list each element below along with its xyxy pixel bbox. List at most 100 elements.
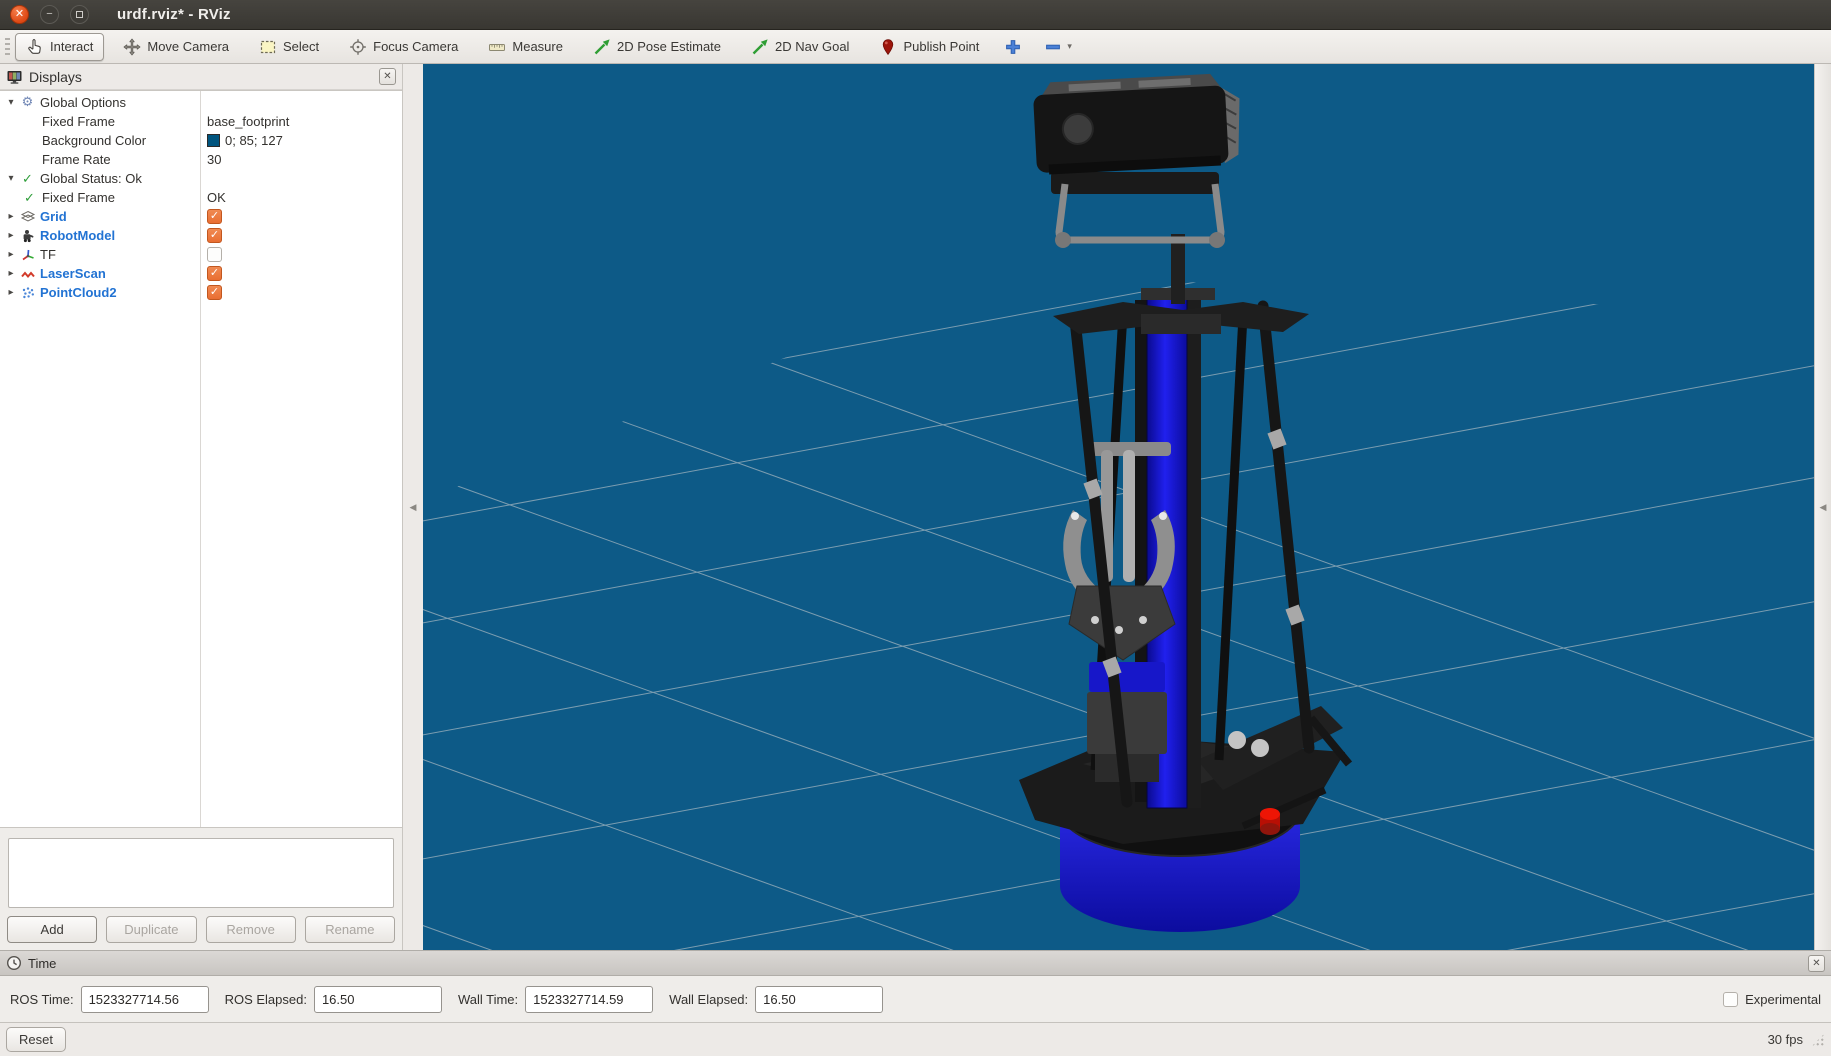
resize-grip[interactable] (1811, 1033, 1825, 1047)
expander-icon[interactable]: ▸ (4, 287, 18, 298)
remove-button[interactable]: Remove (206, 916, 296, 943)
tool-label: Interact (50, 39, 93, 54)
experimental-option: Experimental (1723, 992, 1821, 1007)
property-value[interactable]: 0; 85; 127 (225, 133, 283, 148)
tree-row-pointcloud2[interactable]: ▸ PointCloud2 ✓ (0, 283, 402, 302)
tool-select[interactable]: Select (248, 33, 330, 61)
select-box-icon (259, 38, 277, 56)
tool-focus-camera[interactable]: Focus Camera (338, 33, 469, 61)
laserscan-checkbox[interactable]: ✓ (207, 266, 222, 281)
focus-crosshair-icon (349, 38, 367, 56)
rename-button[interactable]: Rename (305, 916, 395, 943)
toolbar-drag-handle[interactable] (5, 38, 10, 56)
tool-move-camera[interactable]: Move Camera (112, 33, 240, 61)
tf-axes-icon (18, 247, 37, 263)
ros-time-input[interactable] (81, 986, 209, 1013)
tool-measure[interactable]: Measure (477, 33, 574, 61)
green-arrow-icon (751, 38, 769, 56)
close-icon: ✕ (1812, 958, 1820, 969)
fps-label: 30 fps (1768, 1032, 1803, 1047)
expander-icon[interactable]: ▸ (4, 268, 18, 279)
chevron-down-icon[interactable]: ▾ (1067, 41, 1072, 52)
tree-row-global-status[interactable]: ▾ ✓ Global Status: Ok (0, 169, 402, 188)
window-minimize-button[interactable]: − (40, 5, 59, 24)
property-value[interactable]: 30 (207, 152, 221, 167)
reset-button[interactable]: Reset (6, 1027, 66, 1052)
close-icon: ✕ (383, 71, 391, 82)
tree-row-status-fixed-frame[interactable]: ✓ Fixed Frame OK (0, 188, 402, 207)
tool-label: 2D Nav Goal (775, 39, 849, 54)
wall-time-field: Wall Time: (458, 986, 653, 1013)
panel-collapse-handle-left[interactable]: ◀ (403, 64, 423, 950)
tf-checkbox[interactable]: ✓ (207, 247, 222, 262)
robotmodel-checkbox[interactable]: ✓ (207, 228, 222, 243)
hand-icon (26, 38, 44, 56)
tree-column-divider[interactable] (200, 91, 201, 827)
tree-row-laserscan[interactable]: ▸ LaserScan ✓ (0, 264, 402, 283)
robot-icon (18, 228, 37, 244)
tool-label: 2D Pose Estimate (617, 39, 721, 54)
experimental-checkbox[interactable] (1723, 992, 1738, 1007)
tool-2d-pose-estimate[interactable]: 2D Pose Estimate (582, 33, 732, 61)
tool-publish-point[interactable]: Publish Point (868, 33, 990, 61)
status-bar: Reset 30 fps (0, 1022, 1831, 1056)
window-title: urdf.rviz* - RViz (117, 6, 231, 23)
wall-time-input[interactable] (525, 986, 653, 1013)
expander-icon[interactable]: ▾ (4, 97, 18, 108)
plus-icon (1004, 38, 1022, 56)
monitor-icon (6, 69, 23, 85)
title-bar: ✕ − urdf.rviz* - RViz (0, 0, 1831, 30)
grid-checkbox[interactable]: ✓ (207, 209, 222, 224)
expander-icon[interactable]: ▸ (4, 211, 18, 222)
duplicate-button[interactable]: Duplicate (106, 916, 196, 943)
window-close-button[interactable]: ✕ (10, 5, 29, 24)
time-panel-header[interactable]: Time ✕ (0, 950, 1831, 976)
pointcloud2-checkbox[interactable]: ✓ (207, 285, 222, 300)
tool-label: Select (283, 39, 319, 54)
tool-label: Move Camera (147, 39, 229, 54)
wall-elapsed-input[interactable] (755, 986, 883, 1013)
collapse-left-icon: ◀ (1820, 502, 1827, 513)
tree-row-fixed-frame[interactable]: Fixed Frame base_footprint (0, 112, 402, 131)
expander-icon[interactable]: ▸ (4, 230, 18, 241)
color-swatch[interactable] (207, 134, 220, 147)
ros-elapsed-field: ROS Elapsed: (225, 986, 442, 1013)
panel-close-button[interactable]: ✕ (379, 68, 396, 85)
grid-icon (18, 209, 37, 225)
property-value: OK (207, 190, 226, 205)
ros-elapsed-input[interactable] (314, 986, 442, 1013)
tree-row-robotmodel[interactable]: ▸ RobotModel ✓ (0, 226, 402, 245)
experimental-label: Experimental (1745, 992, 1821, 1007)
time-panel-body: ROS Time: ROS Elapsed: Wall Time: Wall E… (0, 976, 1831, 1022)
kinect-camera (1032, 72, 1243, 175)
3d-viewport[interactable] (423, 64, 1814, 950)
remove-tool-button[interactable]: ▾ (1038, 34, 1078, 60)
tree-row-background-color[interactable]: Background Color 0; 85; 127 (0, 131, 402, 150)
robot-model (1019, 72, 1349, 932)
tree-row-global-options[interactable]: ▾ ⚙ Global Options (0, 93, 402, 112)
add-button[interactable]: Add (7, 916, 97, 943)
tool-interact[interactable]: Interact (15, 33, 104, 61)
time-panel: Time ✕ ROS Time: ROS Elapsed: Wall Time:… (0, 950, 1831, 1022)
move-arrows-icon (123, 38, 141, 56)
displays-panel-header[interactable]: Displays ✕ (0, 64, 402, 90)
window-maximize-button[interactable] (70, 5, 89, 24)
property-value[interactable]: base_footprint (207, 114, 289, 129)
minus-icon (1044, 38, 1062, 56)
expander-icon[interactable]: ▾ (4, 173, 18, 184)
toolbar: Interact Move Camera Select Focus Camera… (0, 30, 1831, 64)
time-panel-close-button[interactable]: ✕ (1808, 955, 1825, 972)
tree-row-frame-rate[interactable]: Frame Rate 30 (0, 150, 402, 169)
panel-collapse-handle-right[interactable]: ◀ (1814, 64, 1831, 950)
add-tool-button[interactable] (998, 34, 1028, 60)
display-description-box (8, 838, 394, 908)
tool-label: Publish Point (903, 39, 979, 54)
expander-icon[interactable]: ▸ (4, 249, 18, 260)
tree-row-tf[interactable]: ▸ TF ✓ (0, 245, 402, 264)
tree-row-grid[interactable]: ▸ Grid ✓ (0, 207, 402, 226)
point-cloud-icon (18, 285, 37, 301)
maximize-icon (76, 11, 83, 18)
3d-scene (423, 64, 1814, 950)
displays-buttons: Add Duplicate Remove Rename (0, 916, 402, 950)
tool-2d-nav-goal[interactable]: 2D Nav Goal (740, 33, 860, 61)
